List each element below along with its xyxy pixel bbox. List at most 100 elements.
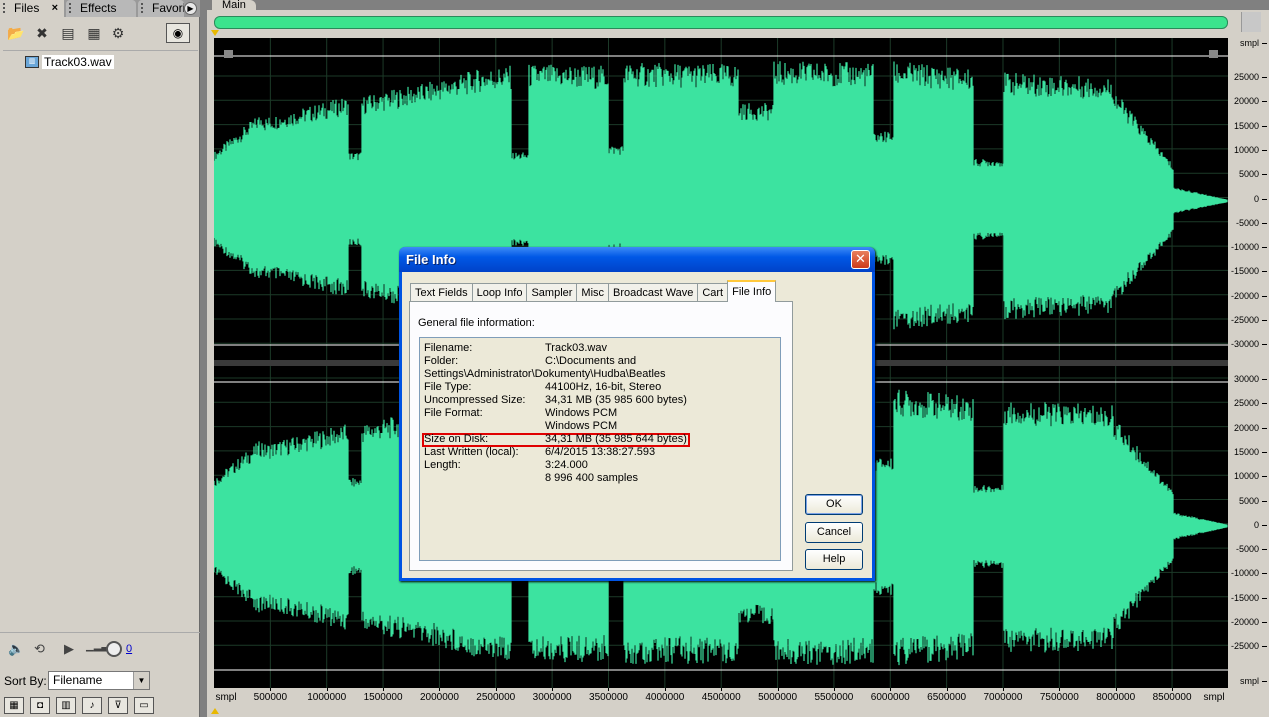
tab-effects[interactable]: Effects <box>66 0 136 17</box>
time-tick-label: 3000000 <box>532 692 572 703</box>
time-tick <box>608 688 610 691</box>
video-icon[interactable]: ▭ <box>134 697 154 714</box>
tab-cart[interactable]: Cart <box>697 283 729 302</box>
amplitude-tick-label: -20000 <box>1230 290 1268 301</box>
time-tick-label: 1000000 <box>307 692 347 703</box>
tab-file-info[interactable]: File Info <box>727 280 777 302</box>
time-tick <box>383 688 385 691</box>
audition-window: Files × Effects Favorites ▶ 📂 ✖ ▤ ▦ ⚙ ◉ … <box>0 0 1269 717</box>
time-tick-label: 1500000 <box>363 692 403 703</box>
insert-into-multitrack-icon[interactable]: ▤ <box>58 24 78 42</box>
list-item[interactable]: ▥ Track03.wav <box>25 54 114 70</box>
time-tick-label: 6500000 <box>927 692 967 703</box>
wav-file-icon: ▥ <box>25 56 39 68</box>
amplitude-unit-label: smpl <box>1239 676 1268 686</box>
bottom-toolbar: ▦ ◘ ▥ ♪ ⊽ ▭ <box>0 694 200 717</box>
close-file-icon[interactable]: ✖ <box>32 24 52 42</box>
start-marker-icon[interactable] <box>211 30 219 36</box>
info-key: Size on Disk: <box>424 433 489 445</box>
loop-preview-icon[interactable]: ◘ <box>30 697 50 714</box>
time-tick <box>777 688 779 691</box>
help-button[interactable]: Help <box>805 549 863 570</box>
info-row: Windows PCM <box>424 420 774 433</box>
info-row: Filename: Track03.wav <box>424 342 774 355</box>
range-handle-right <box>1209 50 1218 58</box>
ok-button[interactable]: OK <box>805 494 863 515</box>
grip-icon <box>69 3 76 13</box>
cancel-button[interactable]: Cancel <box>805 522 863 543</box>
info-key: Uncompressed Size: <box>424 394 526 406</box>
tab-misc[interactable]: Misc <box>576 283 610 302</box>
auto-play-icon[interactable]: ▦ <box>4 697 24 714</box>
tab-sampler[interactable]: Sampler <box>526 283 578 302</box>
time-tick <box>326 688 328 691</box>
info-value: 3:24.000 <box>545 459 588 471</box>
amplitude-tick-label: 25000 <box>1233 398 1268 409</box>
time-tick <box>664 688 666 691</box>
time-ruler: smpl 500000 1000000 1500000 2000000 2500000 30… <box>214 688 1228 706</box>
tab-loop-info[interactable]: Loop Info <box>471 283 528 302</box>
time-tick-label: 4500000 <box>701 692 741 703</box>
grip-icon <box>141 3 148 13</box>
info-key: Length: <box>424 459 461 471</box>
amplitude-tick-label: -20000 <box>1230 617 1268 627</box>
tab-text-fields[interactable]: Text Fields <box>410 283 473 302</box>
tab-main[interactable]: Main <box>212 0 256 12</box>
time-tick-label: 8000000 <box>1096 692 1136 703</box>
info-row: 8 996 400 samples <box>424 472 774 485</box>
dialog-title: File Info <box>406 252 456 267</box>
insert-into-cd-list-icon[interactable]: ▦ <box>84 24 104 42</box>
file-info-dialog: File Info ✕ Text Fields Loop Info Sampler M… <box>399 247 875 581</box>
play-icon[interactable]: ▶ <box>64 641 74 657</box>
grip-icon <box>3 3 10 13</box>
info-key: Filename: <box>424 342 473 354</box>
time-tick <box>1172 688 1174 691</box>
speaker-icon[interactable]: 🔈 <box>8 641 24 657</box>
info-key: Folder: <box>424 355 459 367</box>
time-tick-label: 4000000 <box>645 692 685 703</box>
amplitude-tick-label: 0 <box>1253 519 1268 530</box>
open-file-icon[interactable]: 📂 <box>6 24 26 42</box>
volume-value[interactable]: 0 <box>126 643 132 655</box>
amplitude-tick-label: -15000 <box>1230 592 1268 603</box>
filter-icon[interactable]: ⊽ <box>108 697 128 714</box>
full-path-icon[interactable]: ▥ <box>56 697 76 714</box>
tab-files[interactable]: Files × <box>0 0 64 17</box>
tab-favorites[interactable]: Favorites <box>138 0 184 17</box>
page-heading: General file information: <box>418 317 535 329</box>
show-options-icon[interactable]: ◉ <box>166 23 190 43</box>
info-value: 6/4/2015 13:38:27.593 <box>545 446 656 458</box>
end-marker-icon[interactable] <box>211 708 219 714</box>
close-icon[interactable]: × <box>52 0 58 16</box>
file-name: Track03.wav <box>42 55 114 69</box>
dialog-titlebar[interactable]: File Info ✕ <box>399 247 875 272</box>
amplitude-tick-label: -10000 <box>1230 242 1268 253</box>
close-icon[interactable]: ✕ <box>851 250 870 269</box>
loop-icon[interactable]: ⟲ <box>34 641 45 657</box>
time-tick <box>721 688 723 691</box>
info-key: File Type: <box>424 381 472 393</box>
tab-effects-label: Effects <box>80 1 117 15</box>
amplitude-tick-label: -5000 <box>1235 544 1268 555</box>
time-tick <box>270 688 272 691</box>
info-row: Folder: C:\Documents and <box>424 355 774 368</box>
edit-file-icon[interactable]: ⚙ <box>108 24 128 42</box>
time-tick-label: 2000000 <box>419 692 459 703</box>
sort-by-select[interactable]: Filename ▼ <box>48 671 150 690</box>
time-tick-label: 7000000 <box>983 692 1023 703</box>
file-info-page: General file information: Filename: Track… <box>409 301 793 571</box>
info-row: Settings\Administrator\Dokumenty\Hudba\B… <box>424 368 774 381</box>
info-value: 8 996 400 samples <box>545 472 638 484</box>
file-list: ▥ Track03.wav <box>3 50 198 630</box>
info-row: File Type: 44100Hz, 16-bit, Stereo <box>424 381 774 394</box>
overview-scroll-button[interactable] <box>1241 12 1261 32</box>
sort-row: Sort By: Filename ▼ <box>0 670 200 692</box>
music-note-icon[interactable]: ♪ <box>82 697 102 714</box>
volume-knob[interactable] <box>106 641 122 657</box>
info-box: Filename: Track03.wav Folder: C:\Documents … <box>419 337 781 561</box>
panel-tab-strip: Files × Effects Favorites ▶ <box>0 0 200 17</box>
time-unit-label: smpl <box>1203 692 1225 703</box>
tab-scroll-right-icon[interactable]: ▶ <box>184 2 197 15</box>
waveform-overview-bar[interactable] <box>214 16 1228 29</box>
tab-broadcast-wave[interactable]: Broadcast Wave <box>608 283 699 302</box>
